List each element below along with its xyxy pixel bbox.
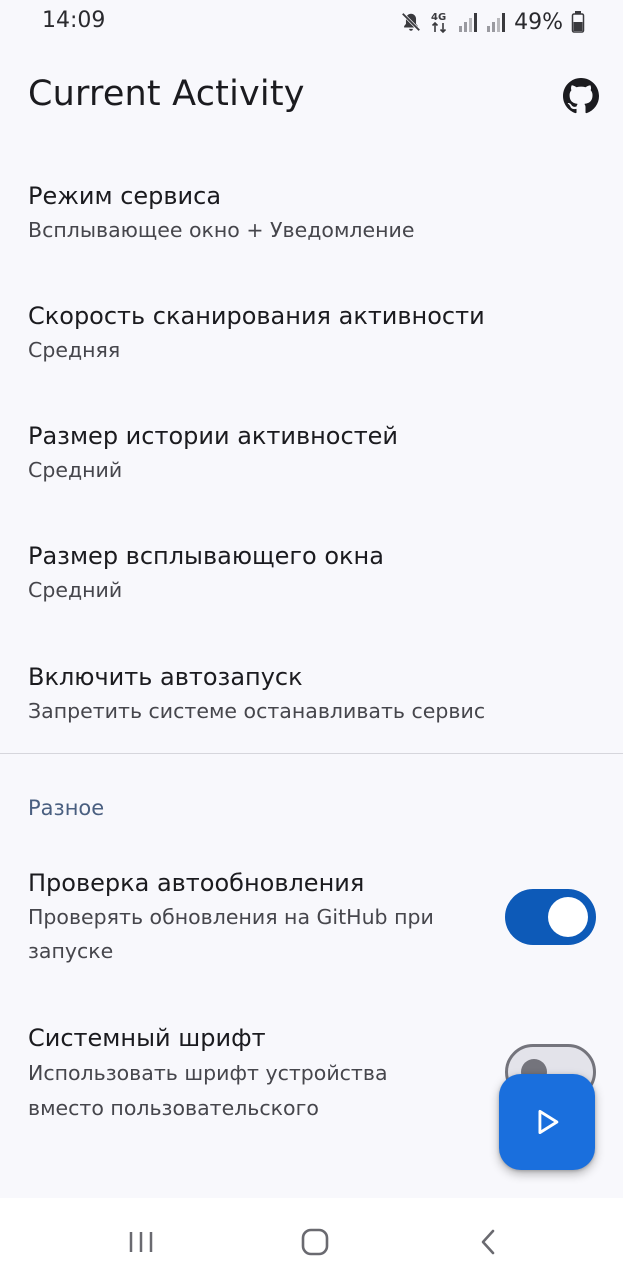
pref-summary: вместо пользовательского	[28, 1096, 319, 1120]
network-4g-icon: 4G	[431, 12, 446, 34]
pref-summary: Средний	[28, 458, 123, 482]
start-service-button[interactable]	[499, 1074, 595, 1170]
recents-button[interactable]	[111, 1218, 171, 1266]
pref-summary: Использовать шрифт устройства	[28, 1061, 388, 1085]
pref-summary: Запретить системе останавливать сервис	[28, 699, 486, 723]
pref-title: Режим сервиса	[28, 182, 222, 210]
github-icon[interactable]	[563, 78, 599, 114]
pref-title: Размер истории активностей	[28, 422, 399, 450]
pref-summary: Проверять обновления на GitHub при	[28, 905, 434, 929]
pref-summary: Всплывающее окно + Уведомление	[28, 218, 415, 242]
pref-title: Размер всплывающего окна	[28, 542, 384, 570]
home-icon	[301, 1228, 329, 1256]
pref-summary: Средний	[28, 578, 123, 602]
signal-1-icon	[459, 13, 478, 32]
status-icons: 4G 49%	[400, 8, 585, 36]
home-button[interactable]	[285, 1218, 345, 1266]
pref-summary: Средняя	[28, 338, 121, 362]
pref-title: Системный шрифт	[28, 1024, 266, 1052]
pref-history-size[interactable]: Размер истории активностей Средний	[0, 410, 623, 510]
navigation-bar	[0, 1198, 623, 1282]
divider	[0, 753, 623, 754]
battery-percent: 49%	[514, 9, 563, 35]
signal-2-icon	[487, 13, 506, 32]
recents-icon	[129, 1232, 153, 1252]
battery-icon	[571, 11, 585, 33]
pref-title: Скорость сканирования активности	[28, 302, 485, 330]
play-icon	[538, 1109, 559, 1135]
auto-update-switch[interactable]	[505, 889, 596, 945]
pref-title: Проверка автообновления	[28, 869, 365, 897]
status-time: 14:09	[42, 8, 106, 33]
status-bar: 14:09 4G 49%	[0, 0, 623, 44]
category-title: Разное	[28, 796, 105, 820]
mute-icon	[401, 12, 421, 32]
pref-scan-speed[interactable]: Скорость сканирования активности Средняя	[0, 290, 623, 390]
pref-autostart[interactable]: Включить автозапуск Запретить системе ос…	[0, 651, 623, 751]
pref-title: Включить автозапуск	[28, 663, 303, 691]
switch-thumb	[548, 897, 588, 937]
back-button[interactable]	[459, 1218, 519, 1266]
pref-service-mode[interactable]: Режим сервиса Всплывающее окно + Уведомл…	[0, 170, 623, 270]
pref-popup-size[interactable]: Размер всплывающего окна Средний	[0, 530, 623, 630]
network-type-label: 4G	[431, 12, 446, 23]
pref-summary: запуске	[28, 939, 114, 963]
page-title: Current Activity	[28, 74, 305, 114]
back-icon	[481, 1229, 495, 1255]
